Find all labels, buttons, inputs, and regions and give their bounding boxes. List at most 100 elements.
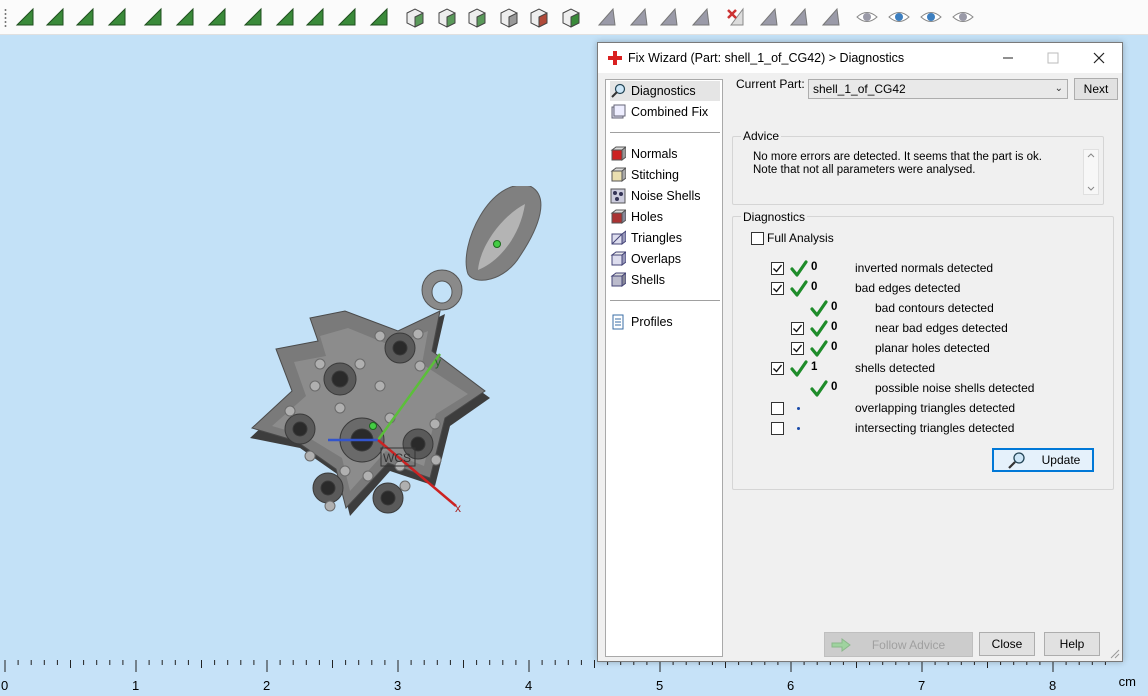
- view-right-icon[interactable]: [464, 4, 490, 30]
- current-part-select[interactable]: shell_1_of_CG42 ⌄: [808, 79, 1068, 99]
- mesh-grid-icon[interactable]: [366, 4, 392, 30]
- full-analysis-checkbox[interactable]: [751, 232, 764, 245]
- toolbar-grip[interactable]: [4, 8, 7, 28]
- diagnostic-checkbox[interactable]: [771, 402, 784, 415]
- select-shell-icon[interactable]: [104, 4, 130, 30]
- measure-region-icon[interactable]: [688, 4, 714, 30]
- nav-item-combined-fix[interactable]: Combined Fix: [610, 102, 720, 122]
- close-window-button[interactable]: [1076, 43, 1121, 73]
- update-button[interactable]: Update: [992, 448, 1094, 472]
- nav-separator: [610, 132, 720, 133]
- help-button[interactable]: Help: [1044, 632, 1100, 656]
- nav-separator: [610, 300, 720, 301]
- diagnostic-label: bad edges detected: [855, 281, 961, 295]
- ok-checkmark-icon: [790, 260, 808, 278]
- diagnostic-label: bad contours detected: [875, 301, 994, 315]
- diagnostic-checkbox[interactable]: [791, 342, 804, 355]
- ruler-label: 7: [918, 678, 926, 693]
- select-arrow-icon[interactable]: [12, 4, 38, 30]
- fix-wizard-dialog: Fix Wizard (Part: shell_1_of_CG42) > Dia…: [597, 42, 1123, 662]
- advice-scrollbar[interactable]: [1083, 149, 1099, 195]
- chevron-down-icon: ⌄: [1054, 83, 1063, 94]
- diagnostic-checkbox[interactable]: [771, 262, 784, 275]
- close-button[interactable]: Close: [979, 632, 1035, 656]
- nav-item-overlaps[interactable]: Overlaps: [610, 249, 720, 269]
- magnifier-icon: [610, 83, 626, 99]
- ruler-label: 5: [656, 678, 664, 693]
- mesh-wheel-icon[interactable]: [334, 4, 360, 30]
- advice-group: Advice No more errors are detected. It s…: [732, 129, 1104, 205]
- mark-curve-icon[interactable]: [204, 4, 230, 30]
- cut-plane-icon[interactable]: [140, 4, 166, 30]
- red-cross-icon: [608, 51, 622, 65]
- nav-item-diagnostics[interactable]: Diagnostics: [610, 81, 720, 101]
- nav-item-holes[interactable]: Holes: [610, 207, 720, 227]
- diagnostic-label: near bad edges detected: [875, 321, 1008, 335]
- check-icon: [773, 264, 783, 273]
- diagnostic-label: shells detected: [855, 361, 936, 375]
- select-curve-icon[interactable]: [72, 4, 98, 30]
- measure-distance-icon[interactable]: [656, 4, 682, 30]
- nav-item-noise-shells[interactable]: Noise Shells: [610, 186, 720, 206]
- stitching-icon: [610, 167, 626, 183]
- ruler-label: 1: [132, 678, 140, 693]
- x-axis-label: x: [455, 501, 461, 515]
- select-surface-icon[interactable]: [42, 4, 68, 30]
- nav-item-profiles[interactable]: Profiles: [610, 312, 720, 332]
- eye-layer-icon[interactable]: [950, 4, 976, 30]
- eye-color-icon[interactable]: [918, 4, 944, 30]
- star-pendant-model[interactable]: y x WCS: [240, 186, 550, 566]
- shells-icon: [610, 272, 626, 288]
- smooth-icon[interactable]: [272, 4, 298, 30]
- view-top-icon[interactable]: [434, 4, 460, 30]
- main-toolbar: [0, 0, 1148, 35]
- advice-text: No more errors are detected. It seems th…: [753, 151, 1065, 201]
- diagnostic-checkbox[interactable]: [791, 322, 804, 335]
- view-front-icon[interactable]: [402, 4, 428, 30]
- mark-area-icon[interactable]: [172, 4, 198, 30]
- nav-item-triangles[interactable]: Triangles: [610, 228, 720, 248]
- wcs-label: WCS: [383, 451, 411, 465]
- triangle-edit-icon[interactable]: [818, 4, 844, 30]
- next-button[interactable]: Next: [1074, 78, 1118, 100]
- nav-item-stitching[interactable]: Stitching: [610, 165, 720, 185]
- check-icon: [773, 364, 783, 373]
- ok-checkmark-icon: [810, 300, 828, 318]
- triangle-list-icon[interactable]: [786, 4, 812, 30]
- diagnostic-checkbox[interactable]: [771, 362, 784, 375]
- current-part-label: Current Part:: [736, 77, 805, 91]
- view-wire-icon[interactable]: [496, 4, 522, 30]
- dialog-titlebar[interactable]: Fix Wizard (Part: shell_1_of_CG42) > Dia…: [598, 43, 1122, 73]
- diagnostic-checkbox[interactable]: [771, 422, 784, 435]
- mesh-star-icon[interactable]: [302, 4, 328, 30]
- nav-item-normals[interactable]: Normals: [610, 144, 720, 164]
- ruler-label: 2: [263, 678, 271, 693]
- view-solid-icon[interactable]: [558, 4, 584, 30]
- ok-checkmark-icon: [790, 360, 808, 378]
- ok-checkmark-icon: [790, 280, 808, 298]
- diagnostic-label: intersecting triangles detected: [855, 421, 1015, 435]
- diagnostic-checkbox[interactable]: [771, 282, 784, 295]
- view-section-icon[interactable]: [526, 4, 552, 30]
- ruler-unit: cm: [1118, 674, 1136, 689]
- pending-dot-icon: [797, 427, 800, 430]
- noise-shells-icon: [610, 188, 626, 204]
- arrow-right-icon: [831, 638, 851, 652]
- measure-icon[interactable]: [594, 4, 620, 30]
- minimize-button[interactable]: [985, 43, 1030, 73]
- pendant-drop: [465, 186, 542, 281]
- nav-item-shells[interactable]: Shells: [610, 270, 720, 290]
- eye-hide-icon[interactable]: [854, 4, 880, 30]
- measure-angle-icon[interactable]: [626, 4, 652, 30]
- maximize-button: [1030, 43, 1075, 73]
- diagnostic-count: 0: [831, 341, 838, 353]
- resize-grip-icon[interactable]: [1110, 649, 1120, 659]
- profiles-icon: [610, 314, 626, 330]
- diagnostic-label: planar holes detected: [875, 341, 990, 355]
- triangles-icon: [610, 230, 626, 246]
- wire-triangle-icon[interactable]: [756, 4, 782, 30]
- pending-dot-icon: [797, 407, 800, 410]
- eye-filter-icon[interactable]: [886, 4, 912, 30]
- triangle-mesh-icon[interactable]: [240, 4, 266, 30]
- delete-mark-icon[interactable]: [724, 4, 750, 30]
